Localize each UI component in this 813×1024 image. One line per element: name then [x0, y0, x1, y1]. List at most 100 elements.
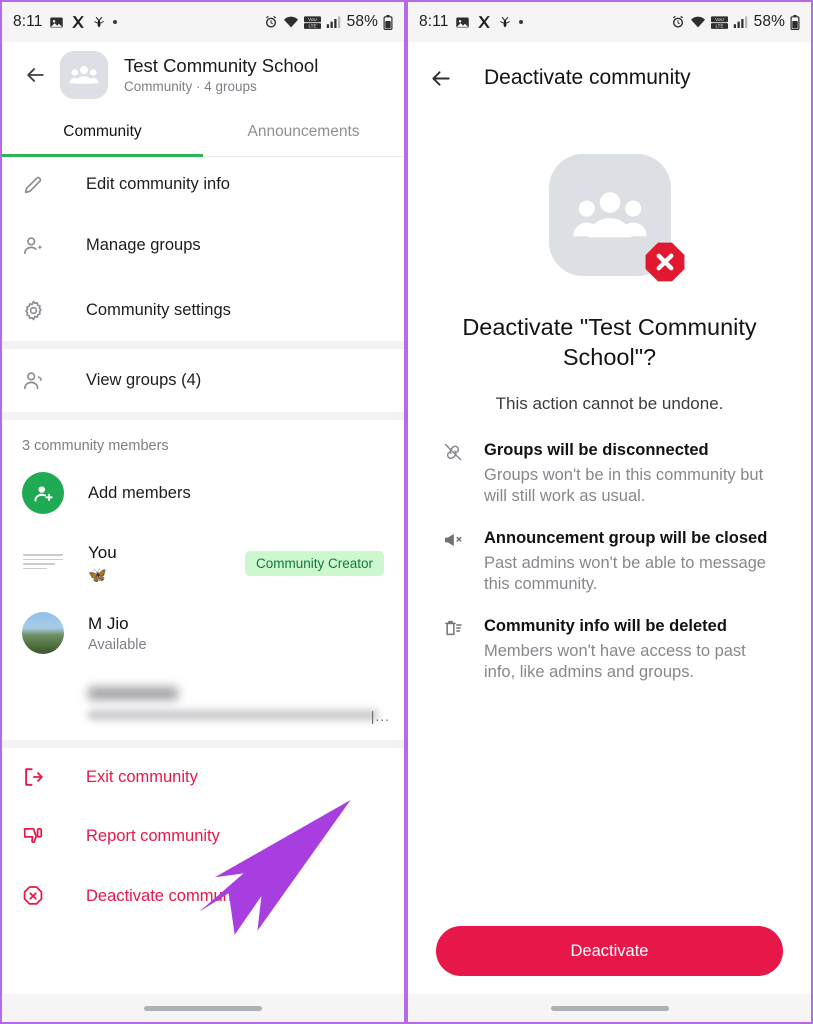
member-status: Available: [88, 636, 147, 653]
tab-announcements-label: Announcements: [247, 122, 360, 140]
trash-list-icon: [438, 616, 468, 684]
add-members-label: Add members: [88, 483, 191, 502]
dialog-subtitle: This action cannot be undone.: [495, 394, 724, 414]
deactivate-content: Deactivate "Test Community School"? This…: [408, 114, 811, 704]
member-name: M Jio: [88, 614, 129, 634]
avatar: [22, 542, 64, 584]
action-report-community[interactable]: Report community: [2, 806, 404, 866]
action-label: Report community: [86, 826, 220, 845]
alarm-icon: [264, 15, 278, 29]
section-divider: [2, 341, 404, 349]
tab-announcements[interactable]: Announcements: [203, 107, 404, 156]
octagon-x-badge-icon: [643, 240, 687, 284]
page-title: Test Community School: [124, 54, 319, 76]
svg-text:VoU: VoU: [715, 17, 724, 22]
page-title: Deactivate community: [484, 66, 691, 89]
x-app-icon: [71, 15, 85, 29]
image-icon: [455, 15, 470, 30]
danger-actions: Exit community Report community Deactiva…: [2, 748, 404, 926]
menu-item-label: Manage groups: [86, 236, 201, 254]
signal-icon: [733, 15, 748, 29]
consequence-desc: Past admins won't be able to message thi…: [484, 553, 766, 594]
consequences-list: Groups will be disconnected Groups won't…: [438, 440, 781, 704]
mosquito-icon: [498, 15, 512, 30]
gesture-bar[interactable]: [550, 1005, 669, 1011]
app-bar: Test Community School Community · 4 grou…: [2, 42, 404, 107]
status-bar: 8:11 VoU LTE 58%: [408, 2, 811, 42]
menu-item-label: View groups (4): [86, 371, 202, 389]
add-person-icon: [22, 472, 64, 514]
member-name: You: [88, 543, 117, 563]
octagon-x-icon: [22, 885, 56, 907]
member-row-redacted[interactable]: |...: [2, 666, 404, 740]
wifi-icon: [283, 15, 299, 29]
menu-item-edit-community-info[interactable]: Edit community info: [2, 157, 404, 212]
members-count-label: 3 community members: [22, 438, 169, 454]
menu-item-label: Edit community info: [86, 175, 230, 193]
member-row-mjio[interactable]: M Jio Available: [2, 600, 404, 666]
action-label: Exit community: [86, 767, 198, 786]
menu-item-manage-groups[interactable]: Manage groups: [2, 212, 404, 279]
avatar: [22, 612, 64, 654]
consequence-title: Announcement group will be closed: [484, 529, 768, 548]
back-button[interactable]: [14, 54, 56, 96]
page-subtitle: Community · 4 groups: [124, 79, 257, 95]
tab-bar: Community Announcements: [2, 107, 404, 157]
community-avatar[interactable]: [60, 50, 108, 99]
deactivate-button-container: Deactivate: [436, 926, 783, 976]
consequence-item-announcement: Announcement group will be closed Past a…: [438, 528, 781, 596]
action-deactivate-community[interactable]: Deactivate community: [2, 866, 404, 926]
back-button[interactable]: [420, 57, 462, 99]
broken-link-icon: [438, 440, 468, 508]
menu-item-community-settings[interactable]: Community settings: [2, 279, 404, 341]
avatar: [22, 682, 64, 724]
menu-item-view-groups[interactable]: View groups (4): [2, 349, 404, 412]
volte-icon: VoU LTE: [710, 15, 728, 30]
signal-icon: [326, 15, 341, 29]
left-screen: 8:11 VoU LTE 58% Test Community School C…: [0, 0, 406, 1024]
status-bar: 8:11 VoU LTE 58%: [2, 2, 404, 42]
wifi-icon: [690, 15, 706, 29]
gesture-bar[interactable]: [144, 1005, 262, 1011]
dialog-title: Deactivate "Test Community School"?: [462, 314, 757, 371]
battery-icon: [790, 14, 800, 30]
x-app-icon: [477, 15, 491, 29]
thumbs-down-icon: [22, 825, 56, 847]
consequence-title: Groups will be disconnected: [484, 441, 709, 460]
section-divider: [2, 412, 404, 420]
svg-text:VoU: VoU: [308, 17, 317, 22]
volte-icon: VoU LTE: [303, 15, 321, 30]
consequence-desc: Members won't have access to past info, …: [484, 641, 746, 682]
svg-text:LTE: LTE: [308, 23, 316, 28]
action-exit-community[interactable]: Exit community: [2, 748, 404, 806]
members-section: 3 community members Add members You 🦋 Co: [2, 420, 404, 740]
app-bar: Deactivate community: [408, 42, 811, 114]
status-badge: Community Creator: [244, 550, 384, 576]
add-members-row[interactable]: Add members: [2, 460, 404, 526]
svg-text:LTE: LTE: [715, 23, 723, 28]
battery-icon: [383, 14, 393, 30]
image-icon: [49, 15, 64, 30]
consequence-desc: Groups won't be in this community but wi…: [484, 465, 764, 506]
view-groups-section: View groups (4): [2, 349, 404, 412]
gesture-bar-area: [2, 994, 404, 1022]
redacted-name: [88, 686, 178, 700]
screenshot-root: 8:11 VoU LTE 58% Test Community School C…: [0, 0, 813, 1024]
action-label: Deactivate community: [86, 886, 249, 905]
deactivate-button[interactable]: Deactivate: [436, 926, 783, 976]
gesture-bar-area: [408, 994, 811, 1022]
alarm-icon: [671, 15, 685, 29]
consequence-item-groups: Groups will be disconnected Groups won't…: [438, 440, 781, 508]
tab-community-label: Community: [63, 122, 142, 140]
gear-icon: [22, 299, 56, 322]
tab-community[interactable]: Community: [2, 107, 203, 157]
manage-groups-icon: [22, 235, 56, 257]
member-status-emoji: 🦋: [88, 566, 107, 584]
battery-percent: 58%: [346, 13, 378, 30]
redacted-status: [88, 709, 378, 720]
community-menu: Edit community info Manage groups Commun…: [2, 157, 404, 341]
battery-percent: 58%: [753, 13, 785, 30]
member-row-you[interactable]: You 🦋 Community Creator: [2, 526, 404, 600]
status-time: 8:11: [419, 13, 449, 30]
right-screen: 8:11 VoU LTE 58% Deactivate community De…: [406, 0, 813, 1024]
